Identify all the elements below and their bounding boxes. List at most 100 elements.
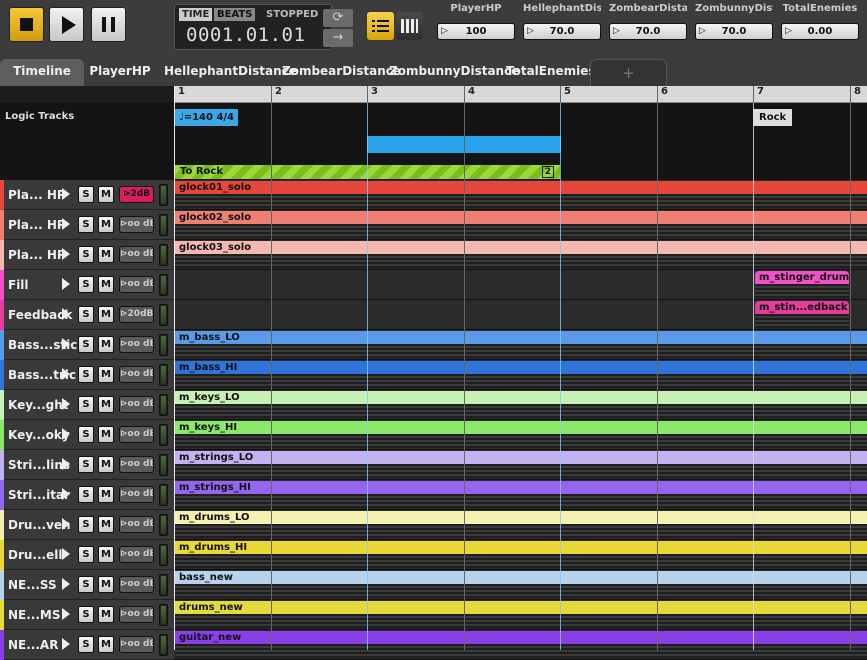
play-track-icon[interactable]: [62, 578, 70, 590]
param-value-field[interactable]: ▷ 70.0: [523, 23, 601, 40]
volume-field[interactable]: ⊳oo dB: [119, 516, 154, 533]
tempo-marker[interactable]: ♩=140 4/4: [175, 109, 239, 126]
mute-button[interactable]: M: [98, 336, 114, 353]
play-track-icon[interactable]: [62, 548, 70, 560]
track-lane[interactable]: drums_new: [174, 600, 867, 630]
play-track-icon[interactable]: [62, 398, 70, 410]
play-track-icon[interactable]: [62, 308, 70, 320]
volume-field[interactable]: ⊳2dB: [119, 186, 154, 203]
audio-clip[interactable]: m_keys_HI: [175, 421, 867, 434]
stop-button[interactable]: [9, 7, 44, 42]
track-lane[interactable]: glock02_solo: [174, 210, 867, 240]
volume-field[interactable]: ⊳oo dB: [119, 216, 154, 233]
audio-clip[interactable]: m_stinger_drums: [755, 271, 849, 284]
solo-button[interactable]: S: [78, 396, 94, 413]
track-header[interactable]: Dru...ven S M ⊳oo dB: [0, 510, 174, 540]
play-button[interactable]: [49, 7, 84, 42]
tab-playerhp[interactable]: PlayerHP: [84, 59, 156, 86]
param-value-field[interactable]: ▷ 100: [437, 23, 515, 40]
play-track-icon[interactable]: [62, 428, 70, 440]
mute-button[interactable]: M: [98, 426, 114, 443]
beats-mode-toggle[interactable]: BEATS: [214, 8, 256, 21]
volume-field[interactable]: ⊳oo dB: [119, 336, 154, 353]
audio-clip[interactable]: drums_new: [175, 601, 867, 614]
audio-clip[interactable]: m_drums_LO: [175, 511, 867, 524]
param-value-field[interactable]: ▷ 70.0: [695, 23, 773, 40]
mute-button[interactable]: M: [98, 486, 114, 503]
track-lane[interactable]: guitar_new: [174, 630, 867, 660]
audio-clip[interactable]: m_bass_LO: [175, 331, 867, 344]
mute-button[interactable]: M: [98, 516, 114, 533]
list-view-button[interactable]: [367, 12, 394, 40]
audio-clip[interactable]: m_strings_LO: [175, 451, 867, 464]
track-lane[interactable]: m_stinger_drums: [174, 270, 867, 300]
mute-button[interactable]: M: [98, 306, 114, 323]
mute-button[interactable]: M: [98, 216, 114, 233]
track-lane[interactable]: m_bass_HI: [174, 360, 867, 390]
volume-field[interactable]: ⊳20dB: [119, 306, 154, 323]
track-header[interactable]: Pla... HP S M ⊳2dB: [0, 180, 174, 210]
tab-totalenemies[interactable]: TotalEnemies: [506, 59, 596, 86]
track-header[interactable]: Bass...tric S M ⊳oo dB: [0, 360, 174, 390]
track-header[interactable]: Fill S M ⊳oo dB: [0, 270, 174, 300]
add-tab-button[interactable]: +: [590, 59, 667, 86]
volume-field[interactable]: ⊳oo dB: [119, 606, 154, 623]
track-lane[interactable]: bass_new: [174, 570, 867, 600]
mute-button[interactable]: M: [98, 456, 114, 473]
solo-button[interactable]: S: [78, 276, 94, 293]
audio-clip[interactable]: glock02_solo: [175, 211, 867, 224]
solo-button[interactable]: S: [78, 186, 94, 203]
loop-region[interactable]: [367, 136, 561, 153]
track-lane[interactable]: glock01_solo: [174, 180, 867, 210]
audio-clip[interactable]: guitar_new: [175, 631, 867, 644]
transition-region[interactable]: To Rock 2: [175, 165, 560, 179]
play-track-icon[interactable]: [62, 488, 70, 500]
audio-clip[interactable]: m_drums_HI: [175, 541, 867, 554]
tab-zombeardistance[interactable]: ZombearDistance: [282, 59, 401, 86]
destination-marker-rock[interactable]: Rock: [753, 109, 793, 126]
track-header[interactable]: Dru...ell S M ⊳oo dB: [0, 540, 174, 570]
time-mode-toggle[interactable]: TIME: [179, 8, 213, 21]
audio-clip[interactable]: m_keys_LO: [175, 391, 867, 404]
solo-button[interactable]: S: [78, 516, 94, 533]
volume-field[interactable]: ⊳oo dB: [119, 486, 154, 503]
pause-button[interactable]: [91, 7, 126, 42]
solo-button[interactable]: S: [78, 606, 94, 623]
mute-button[interactable]: M: [98, 546, 114, 563]
volume-field[interactable]: ⊳oo dB: [119, 636, 154, 653]
param-value-field[interactable]: ▷ 70.0: [609, 23, 687, 40]
play-track-icon[interactable]: [62, 218, 70, 230]
play-track-icon[interactable]: [62, 518, 70, 530]
track-header[interactable]: Stri...itar S M ⊳oo dB: [0, 480, 174, 510]
audio-clip[interactable]: bass_new: [175, 571, 867, 584]
mute-button[interactable]: M: [98, 276, 114, 293]
audio-clip[interactable]: m_bass_HI: [175, 361, 867, 374]
solo-button[interactable]: S: [78, 306, 94, 323]
track-header[interactable]: NE...MS S M ⊳oo dB: [0, 600, 174, 630]
audio-clip[interactable]: glock03_solo: [175, 241, 867, 254]
play-track-icon[interactable]: [62, 368, 70, 380]
mute-button[interactable]: M: [98, 636, 114, 653]
play-track-icon[interactable]: [62, 608, 70, 620]
play-track-icon[interactable]: [62, 188, 70, 200]
track-lane[interactable]: m_keys_LO: [174, 390, 867, 420]
track-header[interactable]: Stri...lins S M ⊳oo dB: [0, 450, 174, 480]
track-lane[interactable]: m_bass_LO: [174, 330, 867, 360]
play-track-icon[interactable]: [62, 278, 70, 290]
mute-button[interactable]: M: [98, 396, 114, 413]
solo-button[interactable]: S: [78, 426, 94, 443]
solo-button[interactable]: S: [78, 576, 94, 593]
track-lane[interactable]: m_strings_HI: [174, 480, 867, 510]
solo-button[interactable]: S: [78, 486, 94, 503]
play-track-icon[interactable]: [62, 458, 70, 470]
track-header[interactable]: NE...SS S M ⊳oo dB: [0, 570, 174, 600]
solo-button[interactable]: S: [78, 456, 94, 473]
track-header[interactable]: Key...ght S M ⊳oo dB: [0, 390, 174, 420]
volume-field[interactable]: ⊳oo dB: [119, 366, 154, 383]
loop-icon[interactable]: ⟳: [323, 9, 353, 27]
tab-zombunnydistance[interactable]: ZombunnyDistance: [389, 59, 519, 86]
track-header[interactable]: Bass...stic S M ⊳oo dB: [0, 330, 174, 360]
track-lane[interactable]: m_stin...edback: [174, 300, 867, 330]
track-lane[interactable]: glock03_solo: [174, 240, 867, 270]
solo-button[interactable]: S: [78, 366, 94, 383]
